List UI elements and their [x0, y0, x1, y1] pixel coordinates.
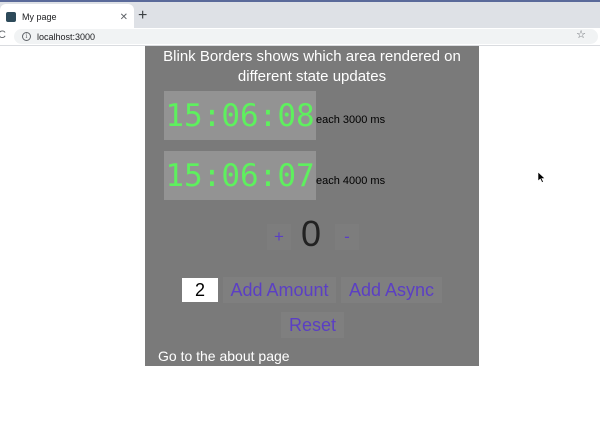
increment-button[interactable]: + [267, 224, 291, 250]
browser-tab[interactable]: My page ✕ [0, 4, 134, 30]
decrement-button[interactable]: - [335, 224, 359, 250]
add-async-button[interactable]: Add Async [341, 277, 442, 303]
add-amount-button[interactable]: Add Amount [223, 277, 336, 303]
counter-value: 0 [301, 213, 322, 254]
address-bar: C i localhost:3000 ☆ [0, 28, 600, 46]
clock-display-2: 15:06:07 [164, 151, 316, 200]
app-panel: Blink Borders shows which area rendered … [145, 46, 479, 366]
reset-button[interactable]: Reset [281, 312, 344, 338]
clock-display-1: 15:06:08 [164, 91, 316, 140]
url-text[interactable]: localhost:3000 [37, 32, 95, 42]
browser-tab-strip: My page ✕ + [0, 0, 600, 30]
clock-interval-label-2: each 4000 ms [316, 175, 386, 187]
tab-title: My page [22, 12, 57, 22]
clock-time-1: 15:06:08 [165, 97, 315, 134]
info-icon[interactable]: i [22, 32, 31, 41]
close-tab-icon[interactable]: ✕ [120, 12, 128, 23]
omnibox[interactable]: i localhost:3000 [14, 29, 598, 44]
heading-line-1: Blink Borders shows which area rendered … [163, 48, 461, 65]
app-favicon-icon [6, 12, 16, 22]
reload-icon[interactable]: C [0, 29, 6, 41]
heading-line-2: different state updates [237, 68, 387, 85]
clock-interval-label-1: each 3000 ms [316, 114, 386, 126]
page-heading: Blink Borders shows which area rendered … [145, 47, 479, 87]
about-page-link[interactable]: Go to the about page [158, 348, 290, 364]
bookmark-star-icon[interactable]: ☆ [576, 28, 586, 41]
clock-time-2: 15:06:07 [165, 157, 315, 194]
mouse-pointer-icon [538, 172, 546, 183]
amount-input[interactable] [182, 278, 218, 302]
new-tab-button[interactable]: + [138, 6, 147, 26]
